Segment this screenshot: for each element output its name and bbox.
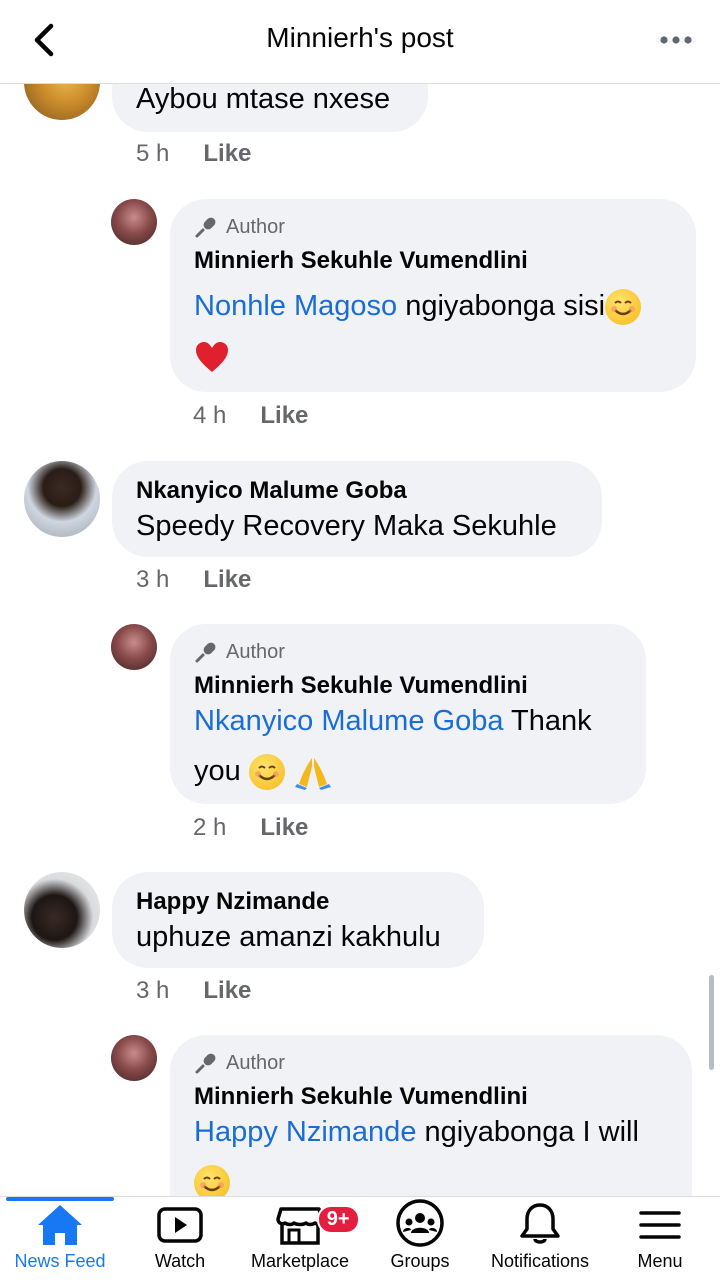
like-button[interactable]: Like [203, 140, 251, 168]
reply-bubble[interactable]: Author Minnierh Sekuhle Vumendlini Nkany… [170, 624, 646, 804]
reply-text: Nkanyico Malume Goba Thank you [194, 696, 634, 796]
nav-label: Marketplace [250, 1251, 350, 1271]
like-button[interactable]: Like [260, 402, 308, 430]
author-avatar[interactable] [111, 199, 157, 245]
more-dots-icon [660, 36, 692, 44]
author-badge: Author [194, 640, 285, 664]
comment-time[interactable]: 4 h [193, 402, 226, 430]
comment-text: Speedy Recovery Maka Sekuhle [136, 510, 557, 542]
comment-text: Aybou mtase nxese [136, 84, 391, 115]
microphone-icon [195, 1053, 216, 1074]
nav-label: Notifications [490, 1251, 590, 1271]
reply-meta: 2 h Like [193, 814, 308, 842]
heart-emoji-icon [196, 342, 228, 373]
nav-news-feed[interactable]: News Feed [0, 1197, 120, 1280]
nav-label: Watch [154, 1251, 206, 1271]
nav-label: News Feed [14, 1251, 106, 1271]
author-badge-label: Author [226, 640, 285, 663]
mention-link[interactable]: Happy Nzimande [194, 1116, 416, 1148]
reply-bubble[interactable]: Author Minnierh Sekuhle Vumendlini Happy… [170, 1035, 692, 1196]
author-avatar[interactable] [111, 624, 157, 670]
bell-icon [520, 1203, 560, 1244]
comment-time[interactable]: 5 h [136, 140, 169, 168]
comment-time[interactable]: 3 h [136, 977, 169, 1005]
nav-marketplace[interactable]: 9+ Marketplace [240, 1197, 360, 1280]
home-icon [38, 1205, 82, 1245]
microphone-icon [195, 217, 216, 238]
smile-emoji-icon [605, 289, 642, 326]
reply-text-content: you [194, 755, 249, 787]
comment-meta: 3 h Like [136, 977, 251, 1005]
comment-bubble[interactable]: Aybou mtase nxese [112, 84, 428, 132]
bottom-navigation: News Feed Watch 9+ Marketplace Groups No… [0, 1196, 720, 1280]
reply-text: Happy Nzimande ngiyabonga I will [194, 1107, 684, 1196]
nav-notifications[interactable]: Notifications [480, 1197, 600, 1280]
comment-time[interactable]: 3 h [136, 566, 169, 594]
like-button[interactable]: Like [203, 566, 251, 594]
watch-icon [157, 1207, 203, 1243]
comment-bubble[interactable]: Happy Nzimande uphuze amanzi kakhulu [112, 872, 484, 968]
nav-menu[interactable]: Menu [600, 1197, 720, 1280]
comment-meta: 3 h Like [136, 566, 251, 594]
commenter-avatar[interactable] [24, 461, 100, 537]
reply-text-content: ngiyabonga sisi [397, 290, 606, 322]
comment-meta: 5 h Like [136, 140, 251, 168]
comment-bubble[interactable]: Nkanyico Malume Goba Speedy Recovery Mak… [112, 461, 602, 557]
author-avatar[interactable] [111, 1035, 157, 1081]
mention-link[interactable]: Nkanyico Malume Goba [194, 705, 503, 737]
more-options-button[interactable] [654, 20, 698, 60]
author-badge: Author [194, 215, 285, 239]
smile-emoji-icon [248, 754, 285, 791]
groups-icon [396, 1199, 444, 1247]
comment-author-name[interactable]: Minnierh Sekuhle Vumendlini [194, 247, 528, 275]
author-badge: Author [194, 1051, 285, 1075]
menu-icon [639, 1211, 681, 1239]
commenter-avatar[interactable] [24, 84, 100, 120]
mention-link[interactable]: Nonhle Magoso [194, 290, 397, 322]
comment-text: uphuze amanzi kakhulu [136, 921, 441, 953]
notification-badge: 9+ [316, 1205, 360, 1234]
nav-groups[interactable]: Groups [360, 1197, 480, 1280]
top-bar: Minnierh's post [0, 0, 720, 84]
nav-label: Groups [390, 1251, 450, 1271]
page-title: Minnierh's post [266, 22, 454, 53]
microphone-icon [195, 642, 216, 663]
reply-text-content: ngiyabonga I will [416, 1116, 639, 1148]
reply-text-content: Thank [503, 705, 592, 737]
comment-time[interactable]: 2 h [193, 814, 226, 842]
reply-text: Nonhle Magoso ngiyabonga sisi [194, 281, 684, 381]
scrollbar[interactable] [709, 975, 714, 1070]
reply-bubble[interactable]: Author Minnierh Sekuhle Vumendlini Nonhl… [170, 199, 696, 392]
commenter-avatar[interactable] [24, 872, 100, 948]
nav-watch[interactable]: Watch [120, 1197, 240, 1280]
smile-emoji-icon [194, 1165, 230, 1196]
nav-label: Menu [637, 1251, 683, 1271]
author-badge-label: Author [226, 1051, 285, 1074]
author-badge-label: Author [226, 215, 285, 238]
like-button[interactable]: Like [203, 977, 251, 1005]
reply-meta: 4 h Like [193, 402, 308, 430]
like-button[interactable]: Like [260, 814, 308, 842]
comment-list: Aybou mtase nxese 5 h Like Author Minnie… [0, 84, 720, 1196]
praying-hands-emoji-icon [294, 758, 331, 791]
